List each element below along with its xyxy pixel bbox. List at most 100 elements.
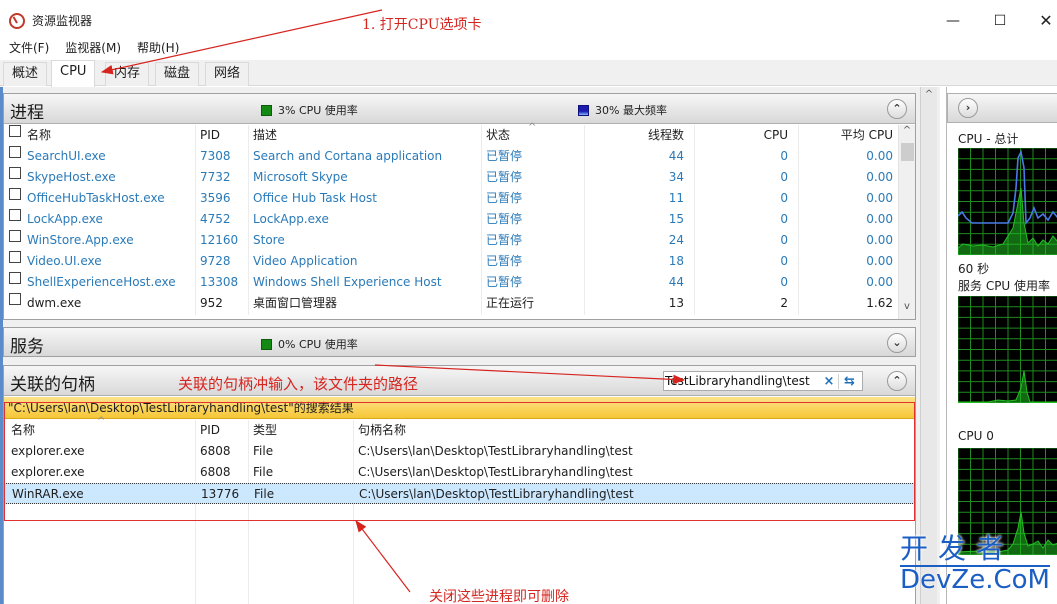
handles-section: 关联的句柄 × ⇆ ⌃ "C:\Users\lan\Desktop\TestLi… [3, 365, 916, 604]
column-header-handle-name[interactable]: 句柄名称 [358, 420, 406, 441]
watermark-line1: 开发者 [900, 532, 1015, 565]
graph-panel-header[interactable]: › [947, 93, 1057, 123]
process-description: Search and Cortana application [253, 149, 443, 163]
process-description: LockApp.exe [253, 212, 329, 226]
column-header-pid[interactable]: PID [200, 125, 220, 146]
handles-search-box: × ⇆ [663, 371, 863, 391]
tab-network[interactable]: 网络 [205, 62, 250, 86]
processes-header[interactable]: 进程 3% CPU 使用率 30% 最大频率 ⌃ [4, 94, 915, 124]
process-checkbox[interactable] [9, 146, 21, 158]
handle-process-name: explorer.exe [11, 444, 85, 458]
process-pid: 13308 [200, 275, 239, 289]
handles-table-header: 名称 ^ PID 类型 句柄名称 [4, 416, 915, 441]
process-description: Office Hub Task Host [253, 191, 377, 205]
process-checkbox[interactable] [9, 188, 21, 200]
process-row[interactable]: WinStore.App.exe 12160 Store 已暂停 24 0 0.00 [4, 230, 900, 251]
scroll-down-icon[interactable]: v [899, 301, 915, 312]
main-panel: 进程 3% CPU 使用率 30% 最大频率 ⌃ 名称 PID 描述 状态 ^ … [0, 87, 940, 604]
column-header-pid[interactable]: PID [200, 420, 220, 441]
column-header-status[interactable]: 状态 [486, 125, 510, 146]
process-threads: 11 [668, 191, 684, 205]
chevron-down-icon[interactable]: ⌄ [887, 333, 907, 353]
window-title: 资源监视器 [32, 14, 93, 28]
process-name: OfficeHubTaskHost.exe [27, 191, 165, 205]
handles-title: 关联的句柄 [10, 375, 95, 395]
process-checkbox[interactable] [9, 251, 21, 263]
tab-disk[interactable]: 磁盘 [155, 62, 200, 86]
column-header-type[interactable]: 类型 [253, 420, 277, 441]
processes-max-frequency: 30% 最大频率 [578, 102, 667, 118]
tab-cpu[interactable]: CPU [51, 60, 96, 87]
handles-header[interactable]: 关联的句柄 × ⇆ ⌃ [4, 366, 915, 396]
handles-search-input[interactable] [664, 372, 820, 390]
scroll-up-icon[interactable]: ^ [921, 89, 937, 100]
process-average-cpu: 0.00 [866, 212, 893, 226]
maximize-button[interactable]: ☐ [977, 8, 1023, 34]
process-checkbox[interactable] [9, 230, 21, 242]
close-button[interactable]: ✕ [1023, 8, 1057, 34]
cpu-usage-swatch-icon [261, 104, 272, 116]
process-threads: 24 [668, 233, 684, 247]
chevron-up-icon[interactable]: ⌃ [887, 371, 907, 391]
process-row[interactable]: SearchUI.exe 7308 Search and Cortana appli… [4, 146, 900, 167]
handle-row[interactable]: WinRAR.exe 13776 File C:\Users\lan\Desktop\… [4, 483, 915, 504]
process-row[interactable]: SkypeHost.exe 7732 Microsoft Skype 已暂停 34 0 0.… [4, 167, 900, 188]
process-checkbox[interactable] [9, 167, 21, 179]
process-pid: 3596 [200, 191, 231, 205]
process-cpu: 0 [780, 170, 788, 184]
processes-cpu-usage: 3% CPU 使用率 [261, 102, 358, 118]
scroll-thumb[interactable] [901, 143, 914, 161]
handle-row[interactable]: explorer.exe 6808 File C:\Users\lan\Desktop… [4, 462, 915, 483]
process-status: 已暂停 [486, 233, 523, 247]
handle-pid: 6808 [200, 444, 231, 458]
column-header-name[interactable]: 名称 [11, 420, 35, 441]
column-header-description[interactable]: 描述 [253, 125, 277, 146]
column-header-name[interactable]: 名称 [27, 125, 51, 146]
process-cpu: 0 [780, 191, 788, 205]
process-name: dwm.exe [27, 296, 82, 310]
process-threads: 34 [668, 170, 684, 184]
select-all-checkbox[interactable] [9, 125, 21, 137]
scroll-up-icon[interactable]: ^ [899, 125, 915, 136]
process-row[interactable]: ShellExperienceHost.exe 13308 Windows Shel… [4, 272, 900, 293]
process-average-cpu: 0.00 [866, 275, 893, 289]
processes-scrollbar[interactable]: ^ v [898, 125, 915, 319]
minimize-button[interactable]: — [930, 8, 976, 34]
column-header-cpu[interactable]: CPU [764, 125, 788, 146]
search-refresh-icon[interactable]: ⇆ [838, 373, 860, 389]
main-scrollbar[interactable]: ^ [920, 87, 937, 604]
tab-overview[interactable]: 概述 [3, 62, 48, 86]
process-row[interactable]: dwm.exe 952 桌面窗口管理器 正在运行 13 2 1.62 [4, 293, 900, 314]
tab-memory[interactable]: 内存 [105, 62, 150, 86]
resource-monitor-icon [9, 13, 25, 29]
services-header[interactable]: 服务 0% CPU 使用率 ⌄ [4, 328, 915, 357]
max-frequency-swatch-icon [578, 104, 589, 116]
clear-search-icon[interactable]: × [820, 374, 838, 389]
tab-bar: 概述 CPU 内存 磁盘 网络 [0, 60, 1057, 87]
process-checkbox[interactable] [9, 293, 21, 305]
process-checkbox[interactable] [9, 209, 21, 221]
chevron-right-icon[interactable]: › [958, 98, 978, 118]
menu-file[interactable]: 文件(F) [0, 38, 56, 58]
handle-type: File [253, 465, 274, 479]
cpu-total-graph [958, 148, 1057, 255]
process-row[interactable]: OfficeHubTaskHost.exe 3596 Office Hub Task… [4, 188, 900, 209]
annotation-step1: 1. 打开CPU选项卡 [362, 17, 482, 33]
process-row[interactable]: LockApp.exe 4752 LockApp.exe 已暂停 15 0 0.00 [4, 209, 900, 230]
process-row[interactable]: Video.UI.exe 9728 Video Application 已暂停 18 0 0… [4, 251, 900, 272]
handle-type: File [254, 487, 275, 501]
handle-name: C:\Users\lan\Desktop\TestLibraryhandling… [359, 487, 634, 501]
chevron-up-icon[interactable]: ⌃ [887, 99, 907, 119]
column-header-average-cpu[interactable]: 平均 CPU [841, 125, 893, 146]
cpu-total-label: CPU - 总计 [958, 132, 1019, 146]
handle-row[interactable]: explorer.exe 6808 File C:\Users\lan\Desktop… [4, 441, 915, 462]
process-threads: 44 [668, 275, 684, 289]
process-checkbox[interactable] [9, 272, 21, 284]
graph-time-span-label: 60 秒 [958, 262, 990, 276]
handle-pid: 6808 [200, 465, 231, 479]
processes-title: 进程 [10, 103, 44, 123]
column-header-threads[interactable]: 线程数 [648, 125, 684, 146]
menu-monitor[interactable]: 监视器(M) [56, 38, 128, 58]
menu-help[interactable]: 帮助(H) [128, 38, 186, 58]
process-average-cpu: 0.00 [866, 233, 893, 247]
